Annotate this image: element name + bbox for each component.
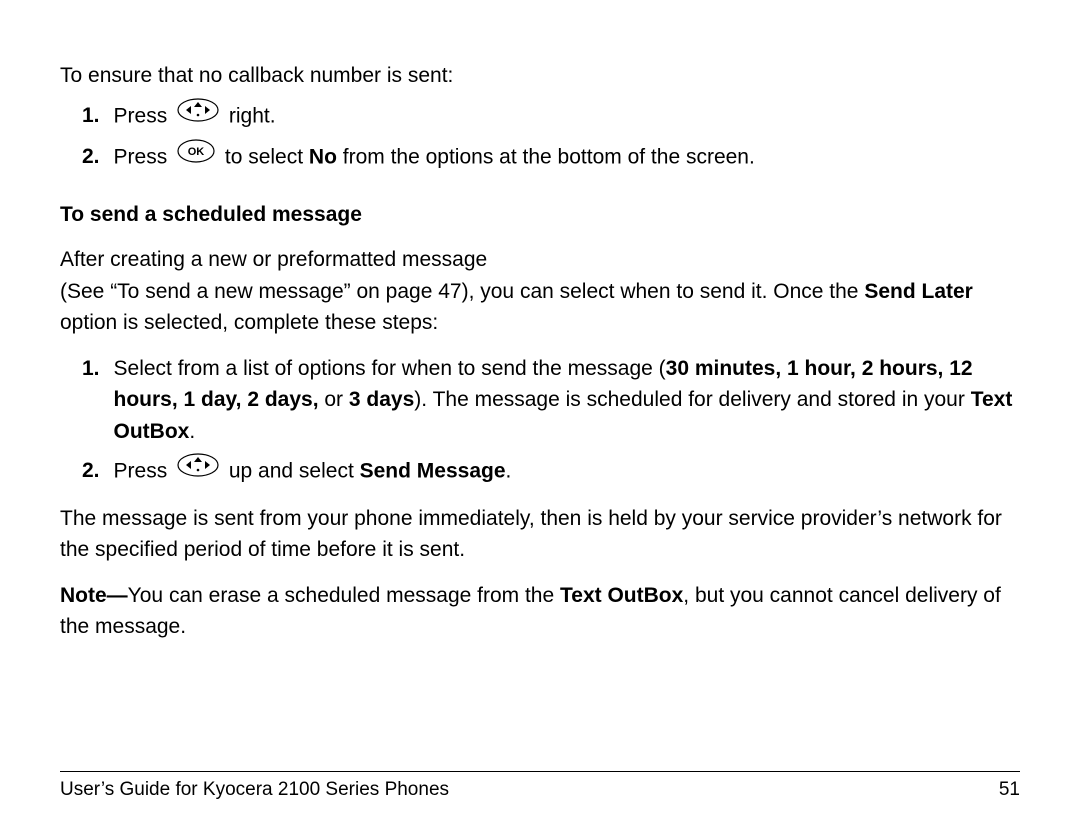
text: ). The message is scheduled for delivery… [414, 388, 970, 411]
text: (See “To send a new message” on page 47)… [60, 280, 864, 303]
section-heading: To send a scheduled message [60, 199, 1020, 231]
text: up and select [223, 459, 360, 482]
intro-paragraph: To ensure that no callback number is sen… [60, 60, 1020, 92]
note-paragraph: Note—You can erase a scheduled message f… [60, 580, 1020, 643]
text: to select [219, 145, 309, 168]
text: right. [223, 104, 276, 127]
text: or [319, 388, 349, 411]
text: Press [114, 145, 174, 168]
bold-text: No [309, 145, 337, 168]
step-text: Press right. [114, 100, 1020, 134]
bold-text: Send Later [864, 280, 973, 303]
paragraph: After creating a new or preformatted mes… [60, 244, 1020, 339]
step-number: 1. [82, 100, 100, 132]
bold-text: Text OutBox [560, 584, 683, 607]
steps-list-1: 1. Press right. 2. Press OK to select No… [60, 100, 1020, 175]
step-number: 2. [82, 455, 100, 487]
text: You can erase a scheduled message from t… [128, 584, 560, 607]
ok-key-icon: OK [177, 139, 215, 173]
text: Select from a list of options for when t… [114, 357, 666, 380]
steps-list-2: 1. Select from a list of options for whe… [60, 353, 1020, 489]
list-item: 2. Press up and select Send Message. [60, 455, 1020, 489]
step-text: Press OK to select No from the options a… [114, 141, 1020, 175]
nav-key-icon [177, 453, 219, 487]
step-text: Press up and select Send Message. [114, 455, 1020, 489]
paragraph: The message is sent from your phone imme… [60, 503, 1020, 566]
page-content: To ensure that no callback number is sen… [60, 60, 1020, 643]
step-number: 1. [82, 353, 100, 385]
list-item: 1. Select from a list of options for whe… [60, 353, 1020, 448]
text: . [189, 420, 195, 443]
text: from the options at the bottom of the sc… [337, 145, 755, 168]
text: . [506, 459, 512, 482]
text: Press [114, 459, 174, 482]
bold-text: Send Message [360, 459, 506, 482]
list-item: 1. Press right. [60, 100, 1020, 134]
step-text: Select from a list of options for when t… [114, 353, 1020, 448]
text: After creating a new or preformatted mes… [60, 248, 487, 271]
nav-key-icon [177, 98, 219, 132]
page-footer: User’s Guide for Kyocera 2100 Series Pho… [60, 776, 1020, 805]
text: Press [114, 104, 174, 127]
step-number: 2. [82, 141, 100, 173]
bold-text: 3 days [349, 388, 414, 411]
list-item: 2. Press OK to select No from the option… [60, 141, 1020, 175]
svg-text:OK: OK [188, 146, 205, 158]
bold-text: Note— [60, 584, 128, 607]
footer-title: User’s Guide for Kyocera 2100 Series Pho… [60, 776, 449, 805]
page-number: 51 [999, 776, 1020, 805]
text: option is selected, complete these steps… [60, 311, 438, 334]
footer-separator [60, 741, 1020, 778]
